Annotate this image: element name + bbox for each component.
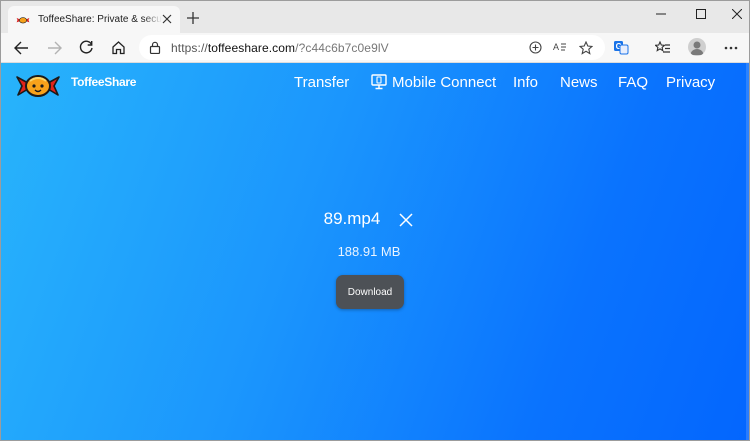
nav-news[interactable]: News: [560, 74, 598, 91]
page-scrollbar[interactable]: [746, 63, 749, 440]
brand-name[interactable]: ToffeeShare: [71, 75, 136, 89]
close-icon[interactable]: [398, 212, 414, 228]
favorites-icon[interactable]: [654, 39, 671, 56]
more-icon[interactable]: [722, 39, 739, 56]
add-icon[interactable]: [527, 39, 544, 56]
minimize-button[interactable]: [641, 1, 681, 27]
address-bar[interactable]: https://toffeeshare.com/?c44c6b7c0e9lV A: [139, 35, 605, 60]
file-name: 89.mp4: [1, 209, 737, 229]
toffee-candy-logo-icon[interactable]: [15, 69, 61, 101]
url-scheme: https://: [171, 41, 208, 55]
back-arrow-icon[interactable]: [13, 39, 30, 56]
tab-title: ToffeeShare: Private & secure file shari…: [38, 14, 162, 25]
toffee-favicon-icon: [16, 16, 30, 23]
read-aloud-icon[interactable]: A: [551, 39, 568, 56]
close-window-button[interactable]: [717, 1, 749, 27]
translate-icon[interactable]: G: [612, 39, 629, 56]
home-icon[interactable]: [110, 39, 127, 56]
nav-mobile-connect[interactable]: Mobile Connect: [392, 74, 496, 91]
nav-info[interactable]: Info: [513, 74, 538, 91]
url-host: toffeeshare.com: [207, 41, 296, 55]
maximize-icon: [696, 9, 706, 19]
nav-faq[interactable]: FAQ: [618, 74, 648, 91]
star-icon[interactable]: [577, 39, 594, 56]
file-size: 188.91 MB: [337, 244, 401, 259]
profile-icon[interactable]: [688, 38, 706, 56]
minimize-icon: [656, 13, 666, 15]
browser-window: ToffeeShare: Private & secure file shari…: [0, 0, 750, 441]
nav-transfer[interactable]: Transfer: [294, 74, 349, 91]
download-button[interactable]: Download: [336, 275, 404, 309]
refresh-icon[interactable]: [78, 39, 95, 56]
forward-arrow-icon[interactable]: [46, 39, 63, 56]
tab-strip: ToffeeShare: Private & secure file shari…: [1, 1, 749, 33]
url-text[interactable]: https://toffeeshare.com/?c44c6b7c0e9lV: [171, 41, 389, 55]
close-tab-icon[interactable]: [160, 12, 174, 26]
maximize-button[interactable]: [681, 1, 721, 27]
file-name-text: 89.mp4: [323, 209, 381, 228]
browser-tab[interactable]: ToffeeShare: Private & secure file shari…: [8, 6, 180, 33]
monitor-icon: [371, 74, 387, 90]
new-tab-icon[interactable]: [185, 10, 201, 26]
svg-text:A: A: [553, 42, 559, 52]
browser-toolbar: https://toffeeshare.com/?c44c6b7c0e9lV A…: [1, 33, 749, 63]
lock-icon[interactable]: [149, 41, 161, 54]
close-window-icon: [732, 9, 742, 19]
page-content: ToffeeShare Transfer Mobile Connect Info…: [1, 63, 749, 440]
nav-privacy[interactable]: Privacy: [666, 74, 715, 91]
url-path: /?c44c6b7c0e9lV: [295, 41, 389, 55]
